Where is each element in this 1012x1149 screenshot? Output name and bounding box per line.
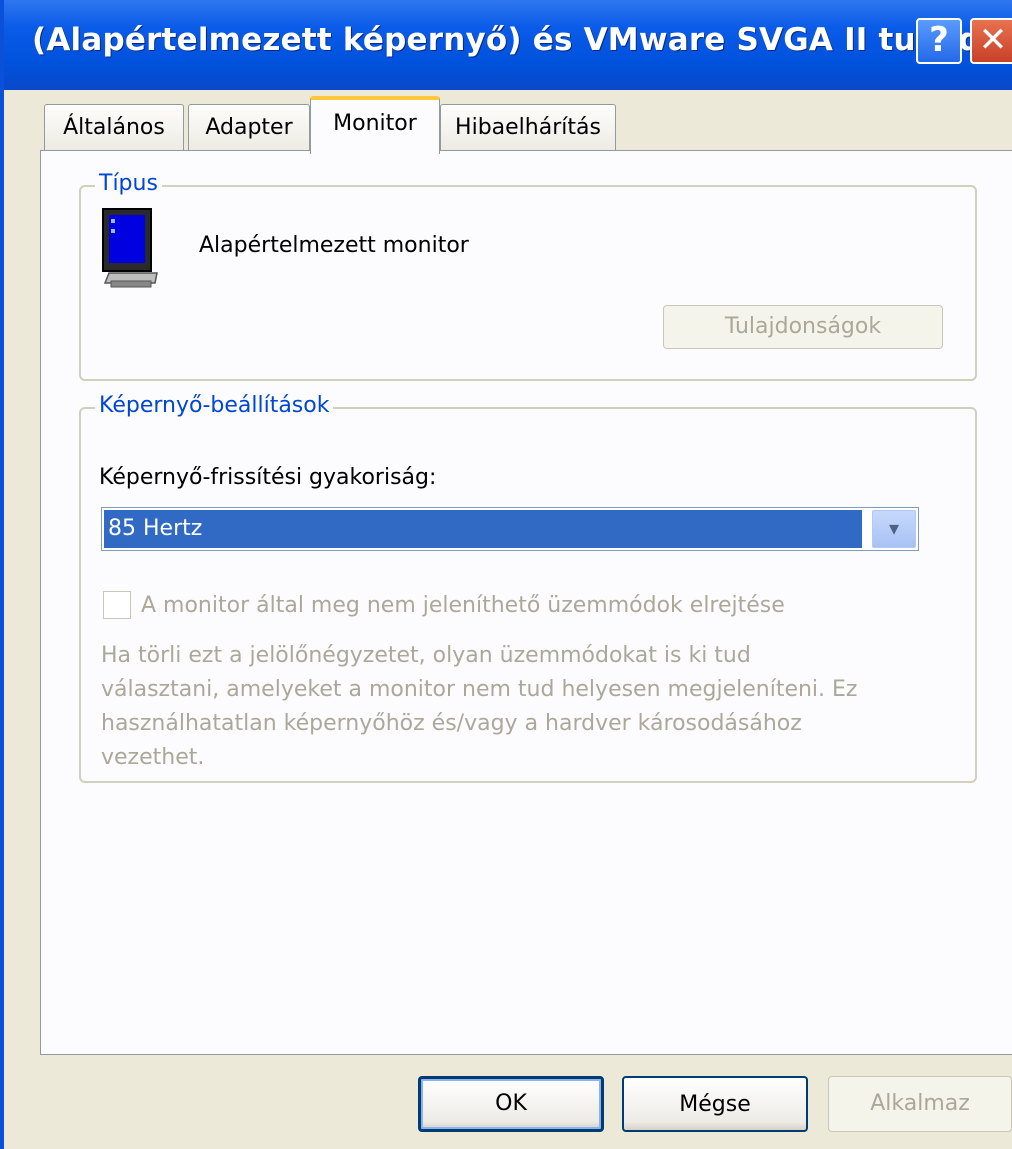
tab-adapter[interactable]: Adapter	[188, 104, 310, 150]
warning-line-3: használhatatlan képernyőhöz és/vagy a ha…	[101, 711, 802, 736]
refresh-rate-select[interactable]: 85 Hertz ▾	[101, 507, 919, 551]
tab-label: Általános	[63, 115, 165, 140]
help-icon: ?	[929, 20, 949, 60]
warning-line-2: választani, amelyeket a monitor nem tud …	[101, 677, 858, 702]
properties-button[interactable]: Tulajdonságok	[663, 305, 943, 349]
apply-button-label: Alkalmaz	[870, 1091, 970, 1116]
cancel-button-label: Mégse	[679, 1092, 751, 1117]
cancel-button[interactable]: Mégse	[622, 1076, 808, 1132]
chevron-down-icon[interactable]: ▾	[872, 510, 916, 548]
title-bar[interactable]: (Alapértelmezett képernyő) és VMware SVG…	[4, 0, 1012, 90]
properties-dialog: (Alapértelmezett képernyő) és VMware SVG…	[0, 0, 1012, 1149]
monitor-name: Alapértelmezett monitor	[199, 233, 469, 258]
refresh-rate-label: Képernyő-frissítési gyakoriság:	[99, 465, 437, 490]
properties-button-label: Tulajdonságok	[724, 314, 882, 339]
tab-panel-monitor: Típus Alapértelmezett monitor Tulajdonsá…	[40, 150, 1012, 1055]
tab-label: Monitor	[333, 111, 417, 136]
monitor-icon	[101, 207, 159, 291]
tab-label: Adapter	[205, 115, 293, 140]
screen-settings-label: Képernyő-beállítások	[95, 393, 334, 418]
help-button[interactable]: ?	[916, 18, 962, 64]
tab-monitor[interactable]: Monitor	[310, 96, 440, 154]
tab-label: Hibaelhárítás	[455, 115, 601, 140]
tab-altalanos[interactable]: Általános	[44, 104, 184, 150]
hide-modes-checkbox[interactable]	[103, 591, 131, 619]
refresh-rate-value: 85 Hertz	[104, 510, 862, 548]
close-button[interactable]: ✕	[970, 18, 1012, 64]
warning-line-4: vezethet.	[101, 745, 205, 770]
ok-button[interactable]: OK	[418, 1076, 604, 1132]
ok-button-label: OK	[495, 1091, 527, 1116]
type-groupbox	[79, 185, 977, 381]
close-icon: ✕	[978, 20, 1008, 60]
apply-button[interactable]: Alkalmaz	[828, 1076, 1012, 1132]
window-title: (Alapértelmezett képernyő) és VMware SVG…	[32, 22, 1012, 58]
hide-modes-label: A monitor által meg nem jeleníthető üzem…	[141, 593, 785, 618]
warning-line-1: Ha törli ezt a jelölőnégyzetet, olyan üz…	[101, 643, 751, 668]
type-group-label: Típus	[95, 171, 162, 196]
tab-hibaelharitas[interactable]: Hibaelhárítás	[440, 104, 616, 150]
